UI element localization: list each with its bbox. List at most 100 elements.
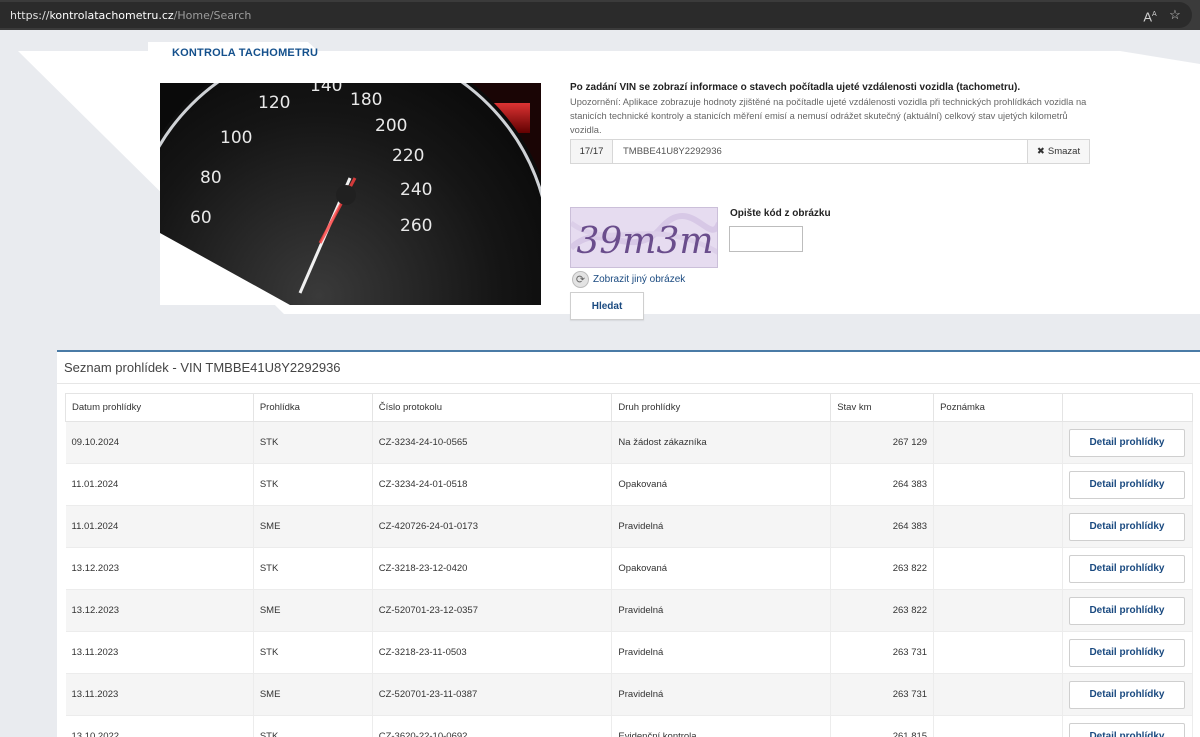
clear-button-label: Smazat	[1047, 146, 1081, 157]
column-header: Stav km	[830, 393, 935, 422]
clear-button[interactable]: ✖ Smazat	[1027, 140, 1089, 163]
inspection-date-cell: 13.11.2023	[65, 631, 254, 674]
odometer-km-cell: 261 815	[830, 715, 935, 737]
detail-button[interactable]: Detail prohlídky	[1068, 722, 1185, 737]
action-cell: Detail prohlídky	[1062, 421, 1194, 464]
inspection-kind-cell: Opakovaná	[611, 547, 832, 590]
detail-button[interactable]: Detail prohlídky	[1068, 470, 1185, 499]
table-row: 09.10.2024 STK CZ-3234-24-10-0565 Na žádost…	[65, 421, 1194, 464]
inspection-date-cell: 09.10.2024	[65, 421, 254, 464]
odometer-km-cell: 263 731	[830, 631, 935, 674]
refresh-captcha-link[interactable]: ⟳ Zobrazit jiný obrázek	[572, 271, 685, 288]
vin-field-group: 17/17 ✖ Smazat	[570, 139, 1090, 164]
browser-toolbar: https://kontrolatachometru.cz/Home/Searc…	[0, 0, 1200, 30]
table-row: 13.12.2023 SME CZ-520701-23-12-0357 Pravide…	[65, 589, 1194, 632]
form-notice: Upozornění: Aplikace zobrazuje hodnoty z…	[570, 97, 1087, 135]
table-row: 11.01.2024 SME CZ-420726-24-01-0173 Pravide…	[65, 505, 1194, 548]
inspection-type-cell: STK	[253, 715, 373, 737]
table-header-row: Datum prohlídky Prohlídka Číslo protokol…	[65, 393, 1194, 422]
captcha-text: 39m3m	[577, 221, 714, 262]
svg-text:220: 220	[392, 146, 424, 166]
svg-text:240: 240	[400, 180, 432, 200]
odometer-km-cell: 263 731	[830, 673, 935, 716]
table-row: 13.10.2022 STK CZ-3620-22-10-0692 Evidenční…	[65, 715, 1194, 737]
captcha-label: Opište kód z obrázku	[730, 208, 831, 219]
table-row: 13.11.2023 SME CZ-520701-23-11-0387 Pravide…	[65, 673, 1194, 716]
note-cell	[933, 547, 1063, 590]
action-cell: Detail prohlídky	[1062, 547, 1194, 590]
inspection-date-cell: 11.01.2024	[65, 505, 254, 548]
reader-mode-icon[interactable]: AA	[1141, 6, 1159, 24]
inspection-date-cell: 13.11.2023	[65, 673, 254, 716]
inspection-type-cell: STK	[253, 463, 373, 506]
protocol-number-cell: CZ-3620-22-10-0692	[372, 715, 613, 737]
svg-text:80: 80	[200, 168, 222, 188]
note-cell	[933, 421, 1063, 464]
inspections-table: Datum prohlídky Prohlídka Číslo protokol…	[65, 393, 1194, 737]
vin-input[interactable]	[613, 140, 1027, 163]
protocol-number-cell: CZ-3218-23-12-0420	[372, 547, 613, 590]
table-row: 13.12.2023 STK CZ-3218-23-12-0420 Opakovaná…	[65, 547, 1194, 590]
speedometer-photo: 100 120 140 180 200 220 240 260 80 60	[160, 83, 541, 305]
vin-char-count: 17/17	[571, 140, 613, 163]
detail-button[interactable]: Detail prohlídky	[1068, 596, 1185, 625]
inspection-type-cell: STK	[253, 421, 373, 464]
protocol-number-cell: CZ-3234-24-01-0518	[372, 463, 613, 506]
app-title: KONTROLA TACHOMETRU	[172, 47, 319, 59]
detail-button[interactable]: Detail prohlídky	[1068, 554, 1185, 583]
search-section: KONTROLA TACHOMETRU 100 120 140 180 200 …	[0, 30, 1200, 330]
inspection-date-cell: 13.12.2023	[65, 589, 254, 632]
note-cell	[933, 673, 1063, 716]
inspection-date-cell: 13.12.2023	[65, 547, 254, 590]
action-cell: Detail prohlídky	[1062, 715, 1194, 737]
detail-button[interactable]: Detail prohlídky	[1068, 680, 1185, 709]
inspection-type-cell: STK	[253, 547, 373, 590]
inspection-type-cell: SME	[253, 589, 373, 632]
svg-text:60: 60	[190, 208, 212, 228]
odometer-km-cell: 267 129	[830, 421, 935, 464]
captcha-input[interactable]	[729, 226, 803, 252]
note-cell	[933, 463, 1063, 506]
protocol-number-cell: CZ-420726-24-01-0173	[372, 505, 613, 548]
svg-text:180: 180	[350, 90, 382, 110]
inspection-type-cell: SME	[253, 505, 373, 548]
action-cell: Detail prohlídky	[1062, 505, 1194, 548]
column-header: Druh prohlídky	[611, 393, 832, 422]
refresh-captcha-label: Zobrazit jiný obrázek	[593, 274, 686, 285]
inspection-type-cell: STK	[253, 631, 373, 674]
protocol-number-cell: CZ-3234-24-10-0565	[372, 421, 613, 464]
table-row: 11.01.2024 STK CZ-3234-24-01-0518 Opakovaná…	[65, 463, 1194, 506]
detail-button[interactable]: Detail prohlídky	[1068, 428, 1185, 457]
column-header: Poznámka	[933, 393, 1063, 422]
search-button[interactable]: Hledat	[570, 292, 644, 320]
url-text: https://kontrolatachometru.cz/Home/Searc…	[10, 8, 252, 22]
inspection-kind-cell: Pravidelná	[611, 673, 832, 716]
note-cell	[933, 715, 1063, 737]
svg-text:200: 200	[375, 116, 407, 136]
protocol-number-cell: CZ-3218-23-11-0503	[372, 631, 613, 674]
inspection-date-cell: 11.01.2024	[65, 463, 254, 506]
odometer-km-cell: 263 822	[830, 547, 935, 590]
action-cell: Detail prohlídky	[1062, 673, 1194, 716]
odometer-km-cell: 264 383	[830, 463, 935, 506]
svg-text:140: 140	[310, 83, 342, 96]
note-cell	[933, 589, 1063, 632]
inspection-date-cell: 13.10.2022	[65, 715, 254, 737]
column-header	[1061, 393, 1194, 422]
detail-button[interactable]: Detail prohlídky	[1068, 512, 1185, 541]
svg-text:100: 100	[220, 128, 252, 148]
protocol-number-cell: CZ-520701-23-12-0357	[372, 589, 613, 632]
odometer-km-cell: 264 383	[830, 505, 935, 548]
close-icon: ✖	[1036, 146, 1045, 157]
detail-button[interactable]: Detail prohlídky	[1068, 638, 1185, 667]
odometer-km-cell: 263 822	[830, 589, 935, 632]
search-form: Po zadání VIN se zobrazí informace o sta…	[570, 82, 1090, 320]
inspection-kind-cell: Na žádost zákazníka	[611, 421, 832, 464]
table-row: 13.11.2023 STK CZ-3218-23-11-0503 Pravideln…	[65, 631, 1194, 674]
address-bar[interactable]: https://kontrolatachometru.cz/Home/Searc…	[0, 2, 1192, 28]
svg-text:260: 260	[400, 216, 432, 236]
refresh-icon: ⟳	[572, 271, 589, 288]
favorite-star-icon[interactable]: ☆	[1166, 6, 1184, 24]
column-header: Datum prohlídky	[65, 393, 254, 422]
inspection-kind-cell: Opakovaná	[611, 463, 832, 506]
